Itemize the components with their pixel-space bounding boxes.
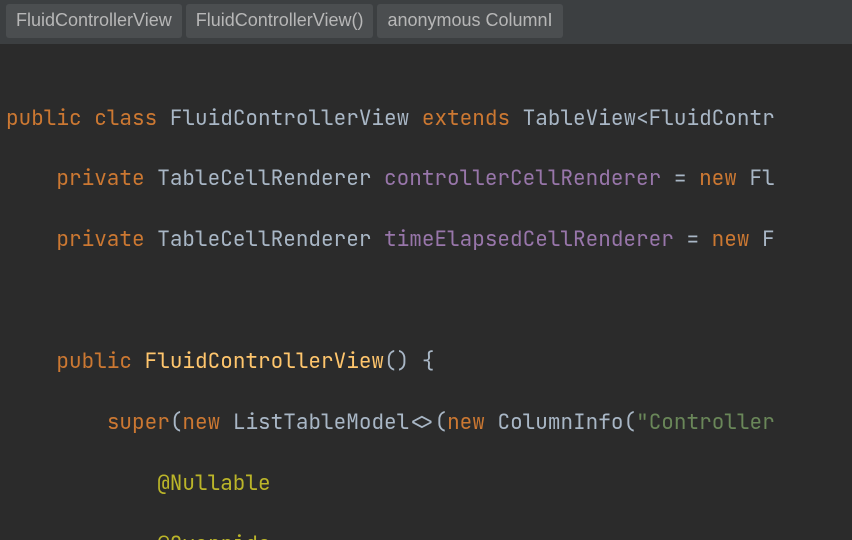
brace-open: {: [422, 348, 435, 375]
field-name: timeElapsedCellRenderer: [384, 226, 674, 253]
blank-line: [0, 286, 852, 316]
paren-open: (: [434, 409, 447, 436]
partial-type: Fl: [749, 165, 774, 192]
code-editor[interactable]: public class FluidControllerView extends…: [0, 45, 852, 540]
keyword-new: new: [712, 226, 750, 253]
type: ColumnInfo: [497, 409, 623, 436]
code-line: private TableCellRenderer timeElapsedCel…: [0, 225, 852, 255]
paren-open: (: [170, 409, 183, 436]
keyword-new: new: [182, 409, 220, 436]
code-line: @Override: [0, 530, 852, 540]
breadcrumb-anon[interactable]: anonymous ColumnI: [377, 4, 562, 38]
type: ListTableModel: [233, 409, 409, 436]
parens: (): [384, 348, 409, 375]
type: TableCellRenderer: [157, 165, 371, 192]
angle-open: <: [636, 105, 649, 132]
keyword-private: private: [56, 165, 144, 192]
code-line: @Nullable: [0, 469, 852, 499]
field-name: controllerCellRenderer: [384, 165, 661, 192]
diamond: <>: [409, 409, 434, 436]
code-line: super(new ListTableModel<>(new ColumnInf…: [0, 408, 852, 438]
generic-arg: FluidContr: [649, 105, 775, 132]
code-line: public class FluidControllerView extends…: [0, 104, 852, 134]
code-line: private TableCellRenderer controllerCell…: [0, 164, 852, 194]
annotation-override: @Override: [157, 531, 270, 540]
type: TableCellRenderer: [157, 226, 371, 253]
keyword-extends: extends: [422, 105, 510, 132]
keyword-class: class: [94, 105, 157, 132]
breadcrumb-class[interactable]: FluidControllerView: [6, 4, 182, 38]
keyword-private: private: [56, 226, 144, 253]
breadcrumb-ctor[interactable]: FluidControllerView(): [186, 4, 374, 38]
keyword-public: public: [56, 348, 132, 375]
annotation-nullable: @Nullable: [157, 470, 270, 497]
super-type: TableView: [523, 105, 636, 132]
constructor-name: FluidControllerView: [145, 348, 384, 375]
keyword-new: new: [447, 409, 485, 436]
code-line: public FluidControllerView() {: [0, 347, 852, 377]
keyword-public: public: [6, 105, 82, 132]
equals: =: [686, 226, 699, 253]
keyword-super: super: [107, 409, 170, 436]
string-literal: "Controller: [636, 409, 775, 436]
partial-type: F: [762, 226, 775, 253]
class-name: FluidControllerView: [170, 105, 409, 132]
keyword-new: new: [699, 165, 737, 192]
breadcrumb-bar: FluidControllerView FluidControllerView(…: [0, 0, 852, 45]
equals: =: [674, 165, 687, 192]
paren-open: (: [623, 409, 636, 436]
